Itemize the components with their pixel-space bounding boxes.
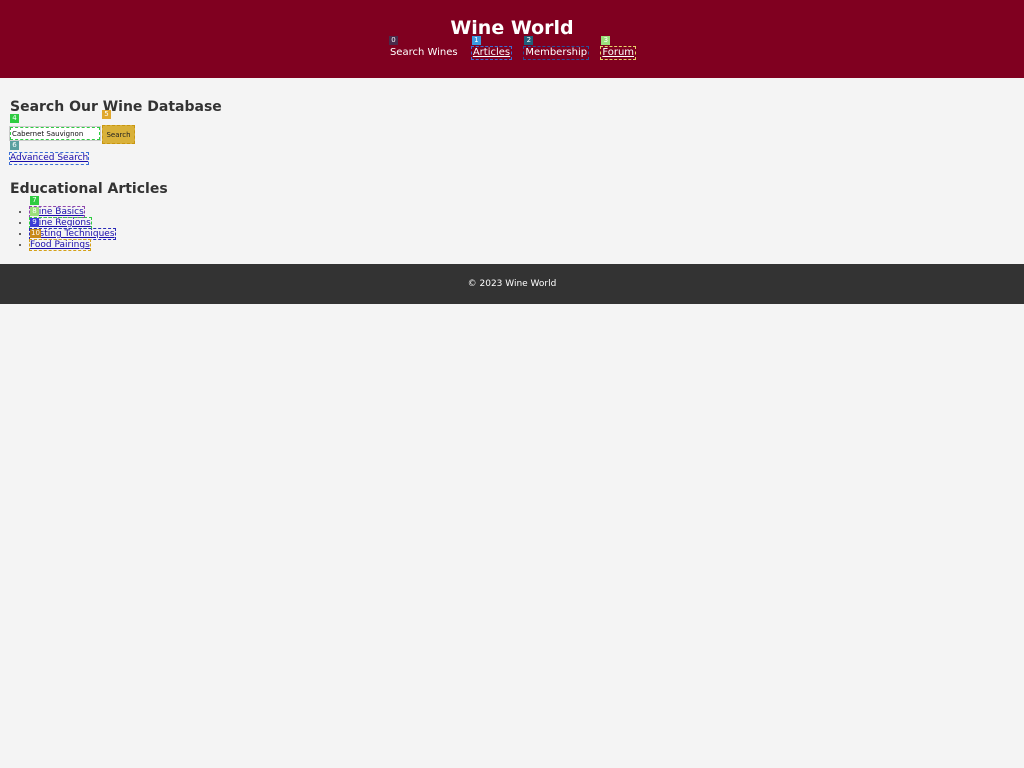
nav-link-label: Membership [525, 47, 588, 58]
list-item: 9 Tasting Techniques [29, 218, 1014, 240]
list-item: 7 Wine Basics [29, 196, 1014, 218]
element-index-badge: 9 [30, 218, 39, 227]
element-index-badge: 7 [30, 196, 39, 205]
main-nav: 0 Search Wines 1 Articles 2 Membership 3… [0, 36, 1024, 60]
nav-link-search-wines[interactable]: 0 Search Wines [388, 36, 459, 59]
element-index-badge: 6 [10, 141, 19, 150]
articles-list: 7 Wine Basics 8 Wine Regions 9 Tasting T… [10, 196, 1014, 251]
element-index-badge: 4 [10, 114, 19, 123]
nav-link-forum[interactable]: 3 Forum [600, 36, 637, 60]
advanced-search-label: Advanced Search [10, 153, 89, 163]
element-index-badge: 5 [102, 110, 111, 119]
nav-link-articles[interactable]: 1 Articles [470, 36, 513, 60]
site-title: Wine World [450, 17, 574, 39]
search-heading: Search Our Wine Database [10, 99, 222, 115]
search-button[interactable]: Search [102, 125, 135, 144]
element-index-badge: 1 [471, 36, 481, 45]
copyright-text: © 2023 Wine World [467, 279, 557, 289]
article-link-tasting-techniques[interactable]: 9 Tasting Techniques [29, 218, 116, 240]
article-link-wine-regions[interactable]: 8 Wine Regions [29, 207, 92, 229]
article-link-label: Food Pairings [30, 240, 90, 250]
element-index-badge: 8 [30, 207, 39, 216]
nav-link-label: Articles [472, 47, 511, 58]
article-link-label: Wine Regions [30, 218, 91, 228]
wine-search-input[interactable] [9, 126, 101, 141]
element-index-badge: 0 [388, 36, 398, 45]
list-item: 8 Wine Regions [29, 207, 1014, 229]
nav-link-membership[interactable]: 2 Membership [523, 36, 590, 60]
site-footer: © 2023 Wine World [0, 264, 1024, 304]
site-header: Wine World 0 Search Wines 1 Articles 2 M… [0, 0, 1024, 78]
advanced-search-link[interactable]: 6 Advanced Search [8, 141, 90, 165]
element-index-badge: 3 [601, 36, 611, 45]
nav-link-label: Forum [602, 47, 635, 58]
search-form: 4 5 Search [9, 110, 1014, 145]
article-link-food-pairings[interactable]: 10 Food Pairings [29, 229, 91, 251]
element-index-badge: 10 [30, 229, 41, 238]
element-index-badge: 2 [524, 36, 534, 45]
articles-heading: Educational Articles [10, 181, 168, 197]
main-content: Search Our Wine Database 4 5 Search 6 Ad… [0, 78, 1024, 264]
article-link-label: Tasting Techniques [30, 229, 115, 239]
nav-link-label: Search Wines [389, 47, 458, 58]
list-item: 10 Food Pairings [29, 229, 1014, 251]
